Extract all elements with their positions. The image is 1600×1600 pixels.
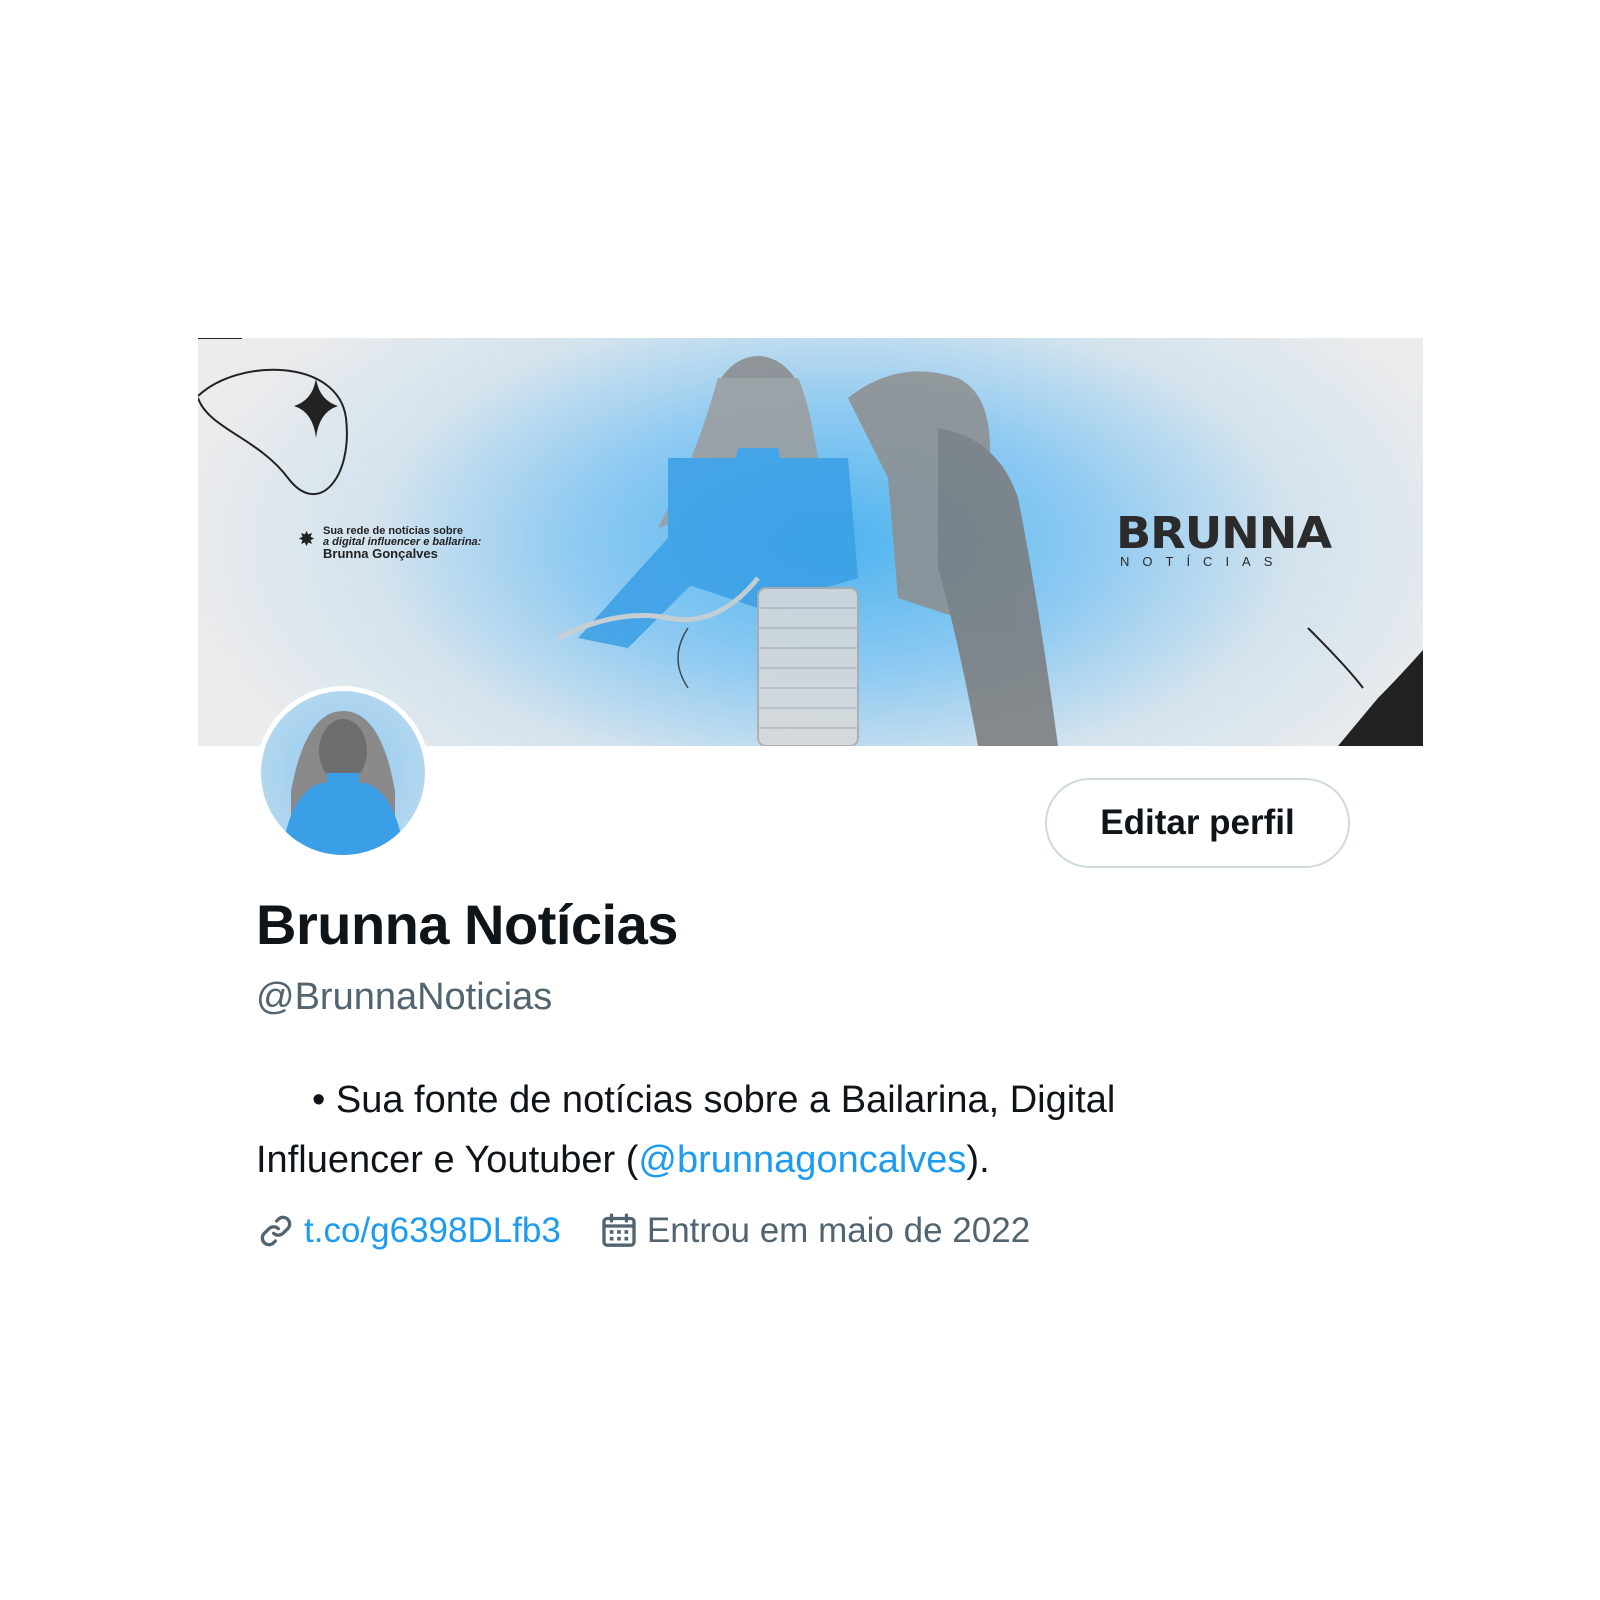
banner-logo-main: BRUNNA [1116,508,1332,559]
profile-page: ✸ Sua rede de notícias sobre a digital i… [0,0,1600,1600]
profile-meta: t.co/g6398DLfb3 Entrou em maio de 2022 [256,1208,1030,1254]
profile-banner[interactable]: ✸ Sua rede de notícias sobre a digital i… [198,338,1423,746]
link-icon [256,1211,296,1251]
calendar-icon [599,1211,639,1251]
banner-tagline-line3: Brunna Gonçalves [323,546,438,561]
profile-display-name: Brunna Notícias [256,893,678,956]
banner-tagline: ✸ Sua rede de notícias sobre a digital i… [299,526,543,561]
banner-credit [204,498,214,638]
burst-icon: ✸ [299,529,315,549]
profile-website-link[interactable]: t.co/g6398DLfb3 [304,1211,561,1251]
profile-handle: @BrunnaNoticias [256,976,553,1018]
bio-end: ). [966,1139,990,1181]
bio-mention-link[interactable]: @brunnagoncalves [638,1139,966,1181]
profile-joined-date: Entrou em maio de 2022 [646,1211,1031,1250]
avatar-image [261,691,425,855]
avatar[interactable] [256,686,430,860]
edit-profile-button[interactable]: Editar perfil [1045,778,1350,868]
banner-logo-sub: NOTÍCIAS [1120,554,1286,569]
profile-bio: • Sua fonte de notícias sobre a Bailarin… [256,1070,1256,1190]
